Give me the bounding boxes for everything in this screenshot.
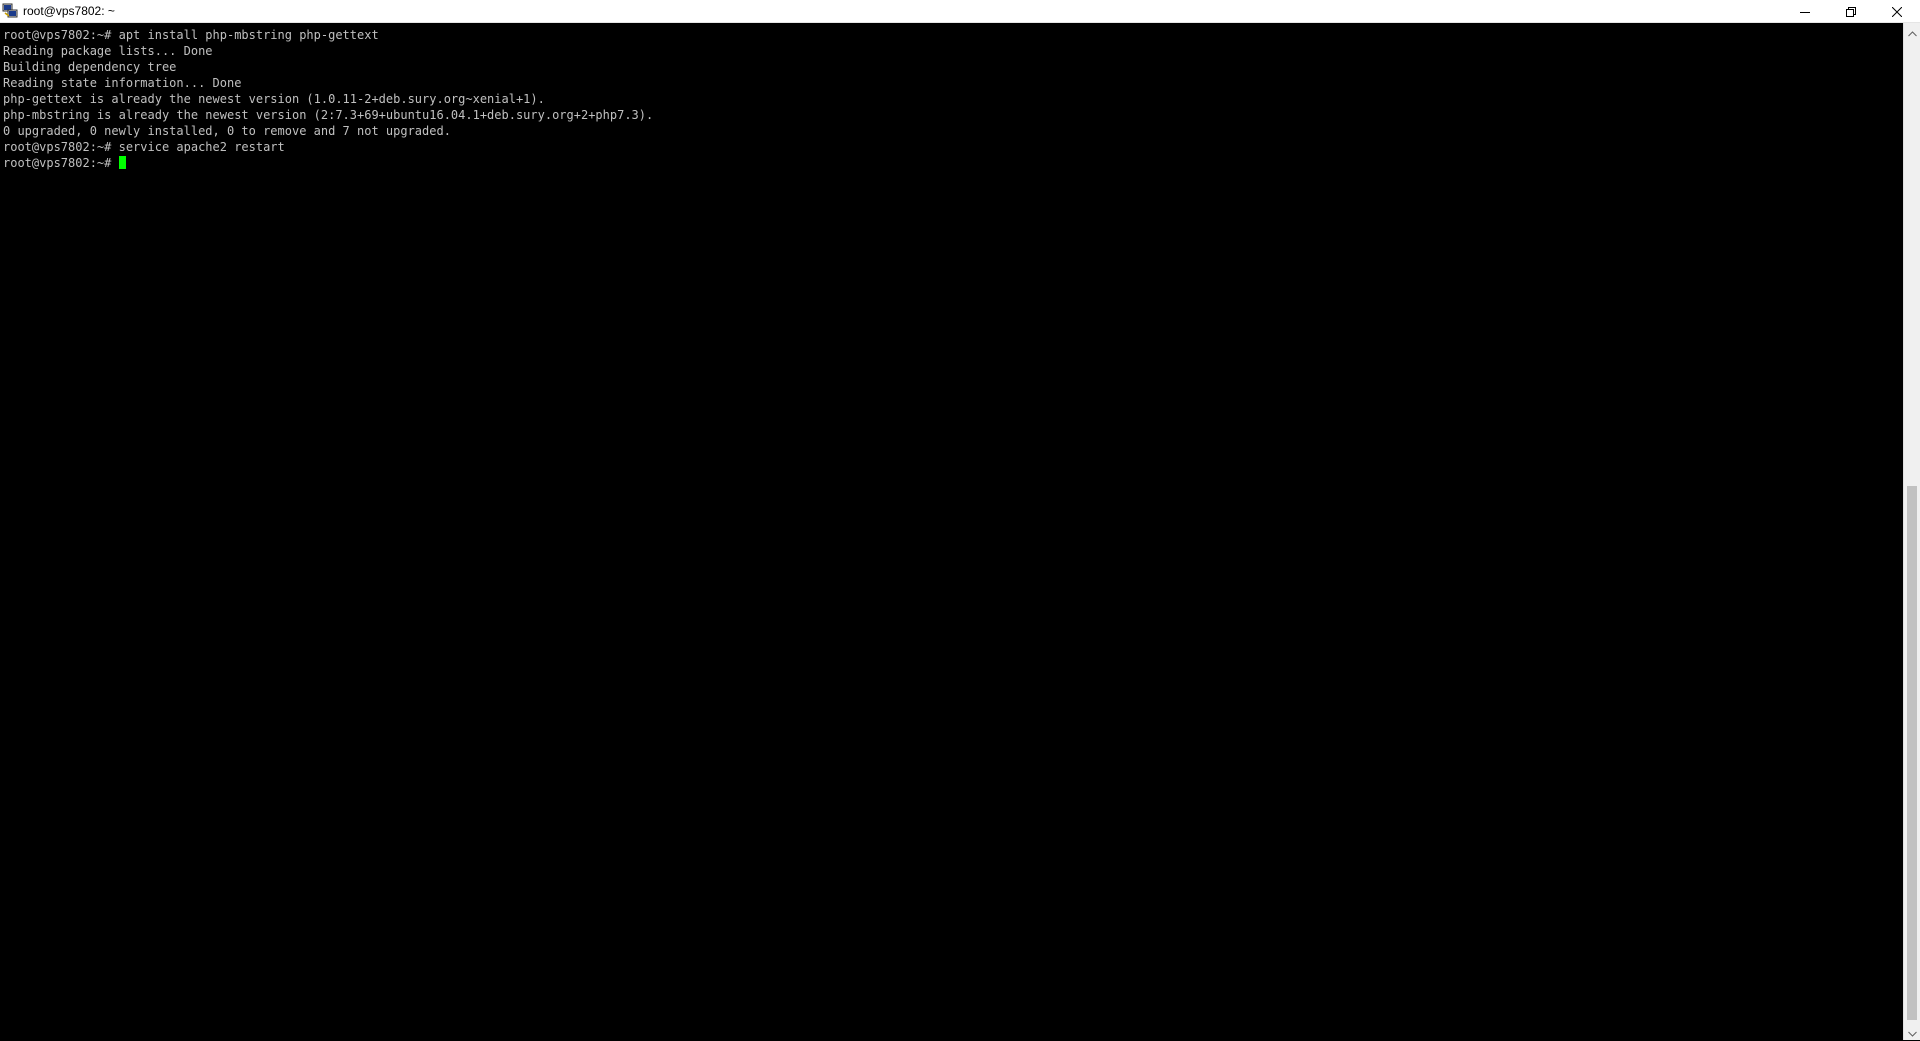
window-controls bbox=[1782, 0, 1920, 23]
restore-icon bbox=[1846, 2, 1856, 21]
restore-button[interactable] bbox=[1828, 0, 1874, 23]
terminal-line: Reading state information... Done bbox=[3, 76, 242, 90]
minimize-icon bbox=[1800, 2, 1810, 21]
chevron-down-icon bbox=[1907, 1022, 1917, 1041]
prompt-text: root@vps7802:~# bbox=[3, 156, 119, 170]
putty-icon[interactable] bbox=[2, 3, 18, 19]
terminal-line: Building dependency tree bbox=[3, 60, 177, 74]
terminal-window: root@vps7802: ~ root@vps7802:~# apt inst… bbox=[0, 0, 1920, 1040]
terminal-line: 0 upgraded, 0 newly installed, 0 to remo… bbox=[3, 124, 451, 138]
scroll-down-button[interactable] bbox=[1904, 1023, 1920, 1040]
vertical-scrollbar[interactable] bbox=[1903, 23, 1920, 1040]
scroll-up-button[interactable] bbox=[1904, 23, 1920, 40]
title-bar[interactable]: root@vps7802: ~ bbox=[0, 0, 1920, 23]
terminal-line: Reading package lists... Done bbox=[3, 44, 213, 58]
window-title: root@vps7802: ~ bbox=[23, 4, 115, 18]
scrollbar-thumb[interactable] bbox=[1907, 486, 1917, 1020]
terminal-line: root@vps7802:~# service apache2 restart bbox=[3, 140, 285, 154]
chevron-up-icon bbox=[1907, 22, 1917, 41]
close-button[interactable] bbox=[1874, 0, 1920, 23]
terminal-line: php-gettext is already the newest versio… bbox=[3, 92, 545, 106]
minimize-button[interactable] bbox=[1782, 0, 1828, 23]
prompt-line[interactable]: root@vps7802:~# bbox=[3, 155, 1903, 171]
terminal-line: root@vps7802:~# apt install php-mbstring… bbox=[3, 28, 379, 42]
terminal-output[interactable]: root@vps7802:~# apt install php-mbstring… bbox=[0, 23, 1903, 1040]
terminal-line: php-mbstring is already the newest versi… bbox=[3, 108, 654, 122]
close-icon bbox=[1891, 2, 1903, 21]
text-cursor bbox=[118, 156, 126, 169]
